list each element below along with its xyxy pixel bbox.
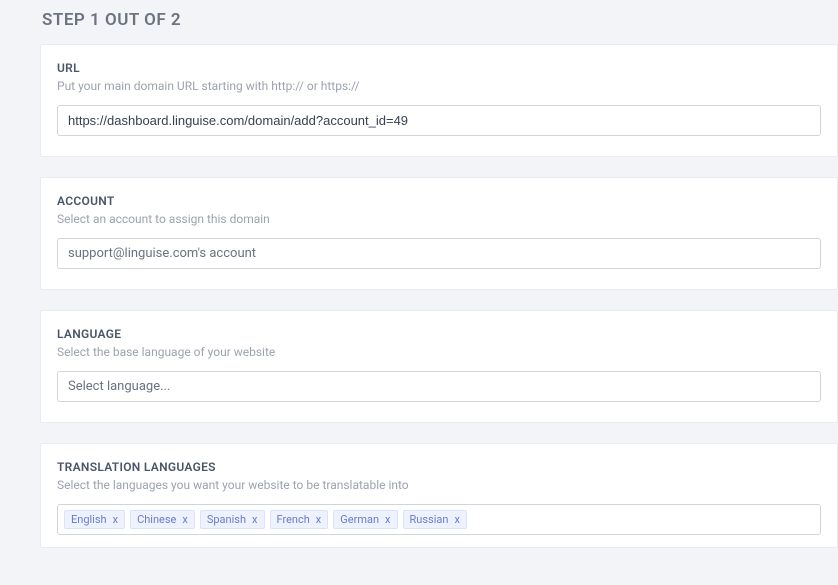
language-tag: Frenchx	[270, 510, 329, 529]
language-tag: English x	[64, 510, 125, 529]
step-title: STEP 1 OUT OF 2	[0, 0, 838, 44]
language-tag-label: English	[71, 513, 107, 526]
translation-tag-input[interactable]: EnglishxChinesexSpanishxFrenchxGermanxRu…	[57, 504, 821, 535]
url-help: Put your main domain URL starting with h…	[57, 79, 821, 93]
remove-tag-icon[interactable]: x	[252, 514, 257, 525]
remove-tag-icon[interactable]: x	[316, 514, 321, 525]
language-select[interactable]: Select language...	[57, 371, 821, 402]
account-panel: ACCOUNT Select an account to assign this…	[40, 177, 838, 290]
language-label: LANGUAGE	[57, 327, 821, 341]
language-tag-label: Russian	[410, 513, 449, 526]
account-help: Select an account to assign this domain	[57, 212, 821, 226]
language-panel: LANGUAGE Select the base language of you…	[40, 310, 838, 423]
url-input[interactable]	[57, 105, 821, 136]
account-select[interactable]: support@linguise.com's account	[57, 238, 821, 269]
translation-help: Select the languages you want your websi…	[57, 478, 821, 492]
url-label: URL	[57, 61, 821, 75]
remove-tag-icon[interactable]: x	[454, 514, 459, 525]
remove-tag-icon[interactable]: x	[182, 514, 187, 525]
language-help: Select the base language of your website	[57, 345, 821, 359]
language-tag-label: Spanish	[207, 513, 246, 526]
remove-tag-icon[interactable]: x	[113, 514, 118, 525]
language-tag-label: German	[340, 513, 379, 526]
language-tag: Germanx	[333, 510, 397, 529]
remove-tag-icon[interactable]: x	[385, 514, 390, 525]
language-tag-label: French	[277, 513, 310, 526]
language-tag: Spanish x	[200, 510, 265, 529]
language-tag-label: Chinese	[137, 513, 176, 526]
translation-label: TRANSLATION LANGUAGES	[57, 460, 821, 474]
url-panel: URL Put your main domain URL starting wi…	[40, 44, 838, 157]
translation-panel: TRANSLATION LANGUAGES Select the languag…	[40, 443, 838, 548]
language-tag: Chinese x	[130, 510, 195, 529]
language-tag: Russian x	[403, 510, 467, 529]
account-label: ACCOUNT	[57, 194, 821, 208]
